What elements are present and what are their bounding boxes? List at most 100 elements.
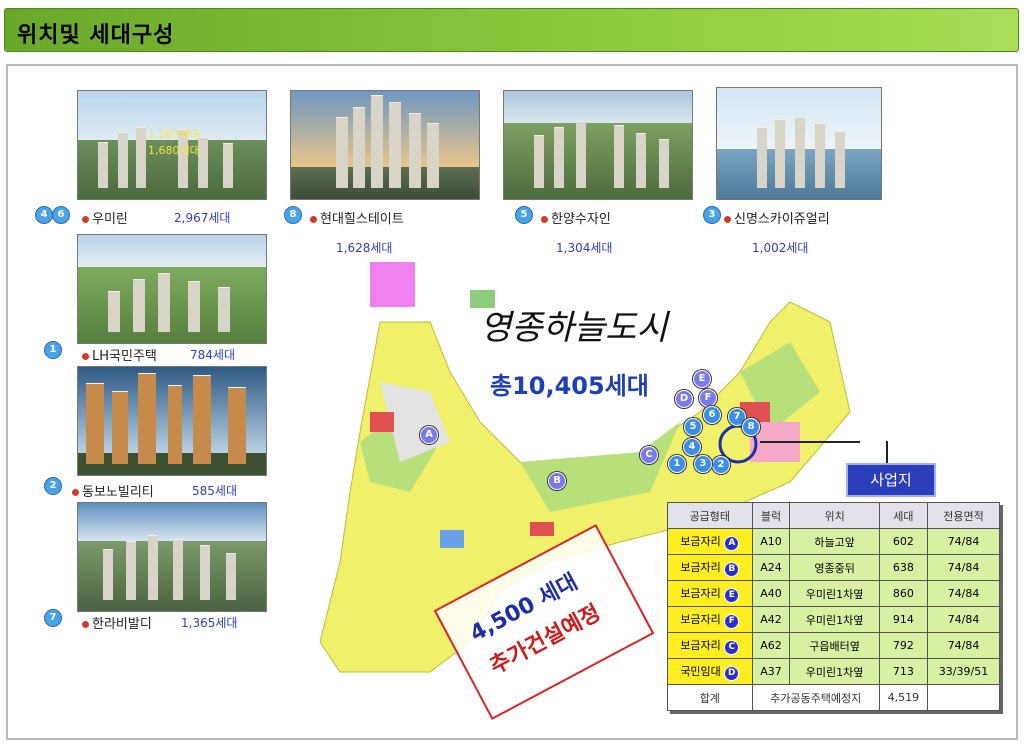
cell-units: 914 [878, 606, 929, 633]
map-title: 영종하늘도시 [480, 308, 668, 348]
map-marker-5: 5 [684, 418, 702, 436]
table-row: 보금자리 C A62 구읍배터옆 792 74/84 [667, 632, 1000, 659]
type-text: 보금자리 [680, 560, 721, 574]
name-hyundai: 현대힐스테이트 [320, 212, 404, 227]
table-row: 국민임대 D A37 우미린1차옆 713 33/39/51 [667, 658, 1000, 685]
label-dongbo: 동보노빌리티 [72, 481, 154, 500]
badge-6: 6 [52, 206, 70, 224]
cell-location: 영종중뒤 [789, 554, 880, 581]
map-zone-red-1 [370, 412, 394, 432]
col-header-area: 전용면적 [927, 502, 1000, 529]
cell-area: 74/84 [927, 554, 1000, 581]
type-text: 보금자리 [680, 638, 721, 652]
cell-location: 구읍배터옆 [789, 632, 880, 659]
type-text: 보금자리 [680, 586, 721, 600]
label-hanyang: 한양수자인 [541, 208, 611, 227]
type-text: 보금자리 [680, 534, 721, 548]
cell-type: 보금자리 A [667, 528, 753, 555]
map-zone-pink [370, 262, 415, 307]
count-hyundai: 1,628세대 [336, 241, 393, 255]
bullet-icon [82, 216, 89, 223]
cell-block: A24 [751, 554, 791, 581]
name-halla: 한라비발디 [92, 617, 152, 632]
table-row: 보금자리 E A40 우미린1차옆 860 74/84 [667, 580, 1000, 607]
total-units: 4,519 [878, 684, 929, 711]
bullet-icon [541, 216, 548, 223]
label-sinmyeong: 신명스카이쥬얼리 [724, 208, 830, 227]
badge-5: 5 [515, 206, 533, 224]
cell-block: A40 [751, 580, 791, 607]
badge-7: 7 [44, 609, 62, 627]
label-lh: LH국민주택 [82, 345, 157, 364]
cell-block: A37 [751, 658, 791, 685]
cell-units: 860 [878, 580, 929, 607]
table-total-row: 합계 추가공동주택예정지 4,519 [667, 684, 1000, 711]
cell-units: 792 [878, 632, 929, 659]
map-marker-2: 2 [712, 456, 730, 474]
bullet-icon [724, 216, 731, 223]
photo-halla [77, 502, 267, 612]
map-marker-6: 6 [703, 406, 721, 424]
cell-area: 74/84 [927, 528, 1000, 555]
count-halla: 1,365세대 [181, 616, 238, 630]
cell-location: 우미린1차옆 [789, 658, 880, 685]
name-dongbo: 동보노빌리티 [82, 485, 154, 500]
overlay-count-2: 1,680세대 [148, 144, 200, 157]
total-desc: 추가공동주택예정지 [751, 684, 880, 711]
title-bar: 위치및 세대구성 [4, 8, 1019, 52]
page-title: 위치및 세대구성 [17, 23, 175, 48]
cell-location: 우미린1차옆 [789, 580, 880, 607]
photo-sinmyeong [716, 87, 882, 200]
map-marker-c: C [640, 446, 658, 464]
block-marker-icon: F [724, 613, 740, 629]
cell-type: 보금자리 F [667, 606, 753, 633]
map-marker-3: 3 [694, 455, 712, 473]
type-text: 국민임대 [680, 664, 721, 678]
type-text: 보금자리 [680, 612, 721, 626]
cell-area: 74/84 [927, 580, 1000, 607]
map-zone-red-2 [530, 522, 554, 536]
badge-1: 1 [44, 341, 62, 359]
badge-2: 2 [44, 477, 62, 495]
name-hanyang: 한양수자인 [551, 212, 611, 227]
badge-4: 4 [35, 206, 53, 224]
cell-location: 하늘고앞 [789, 528, 880, 555]
block-marker-icon: B [724, 561, 740, 577]
bullet-icon [82, 621, 89, 628]
map-total: 총10,405세대 [490, 372, 649, 400]
cell-area: 74/84 [927, 632, 1000, 659]
map-marker-a: A [420, 426, 438, 444]
cell-block: A42 [751, 606, 791, 633]
cell-block: A62 [751, 632, 791, 659]
site-connector-v [886, 441, 888, 463]
photo-umirin: 1,287세대 1,680세대 [77, 90, 267, 200]
count-sinmyeong: 1,002세대 [752, 241, 809, 255]
cell-location: 우미린1차옆 [789, 606, 880, 633]
cell-units: 602 [878, 528, 929, 555]
badge-3: 3 [703, 206, 721, 224]
label-halla: 한라비발디 [82, 613, 152, 632]
total-label: 합계 [667, 684, 753, 711]
count-umirin: 2,967세대 [174, 211, 231, 225]
count-lh: 784세대 [190, 348, 235, 362]
name-sinmyeong: 신명스카이쥬얼리 [734, 212, 830, 227]
col-header-location: 위치 [789, 502, 880, 529]
cell-units: 638 [878, 554, 929, 581]
table-row: 보금자리 F A42 우미린1차옆 914 74/84 [667, 606, 1000, 633]
map-marker-8: 8 [742, 418, 760, 436]
bullet-icon [82, 353, 89, 360]
photo-hanyang [503, 90, 693, 200]
table-header-row: 공급형태 블럭 위치 세대 전용면적 [667, 502, 1000, 529]
table-row: 보금자리 B A24 영종중뒤 638 74/84 [667, 554, 1000, 581]
count-dongbo: 585세대 [192, 484, 237, 498]
col-header-units: 세대 [878, 502, 929, 529]
name-lh: LH국민주택 [92, 349, 157, 364]
cell-units: 713 [878, 658, 929, 685]
map-marker-4: 4 [683, 438, 701, 456]
cell-area: 33/39/51 [927, 658, 1000, 685]
cell-type: 보금자리 E [667, 580, 753, 607]
map-zone-water [440, 530, 464, 548]
label-hyundai: 현대힐스테이트 [310, 208, 404, 227]
cell-type: 보금자리 B [667, 554, 753, 581]
bullet-icon [72, 489, 79, 496]
